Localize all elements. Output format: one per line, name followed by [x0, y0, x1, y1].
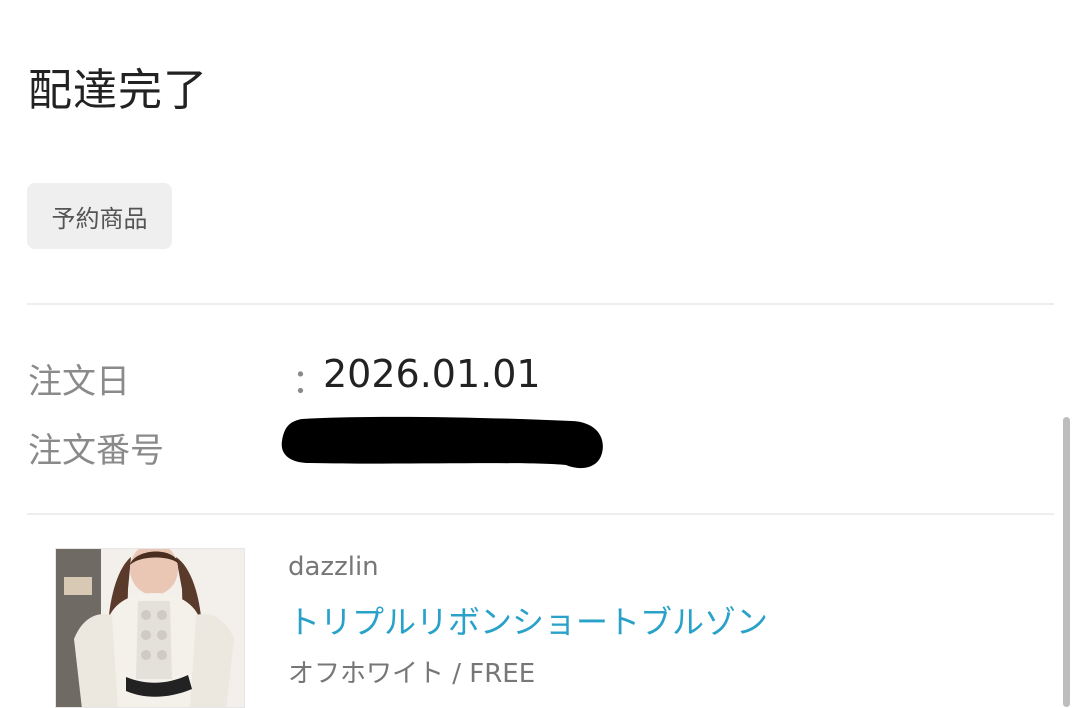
order-date-separator: ：	[292, 362, 326, 402]
product-brand: dazzlin	[288, 552, 379, 582]
product-name-link[interactable]: トリプルリボンショートブルゾン	[288, 597, 768, 643]
order-status-title: 配達完了	[28, 65, 208, 116]
order-date-label: 注文日	[28, 362, 130, 402]
divider	[27, 303, 1054, 305]
preorder-badge: 予約商品	[27, 183, 172, 249]
scrollbar[interactable]	[1063, 417, 1070, 707]
order-number-label: 注文番号	[28, 431, 164, 471]
product-thumbnail[interactable]	[55, 548, 245, 708]
order-date-value: 2026.01.01	[323, 352, 541, 396]
divider	[27, 513, 1054, 515]
product-variant: オフホワイト / FREE	[288, 659, 536, 689]
order-number-redaction	[281, 416, 603, 469]
